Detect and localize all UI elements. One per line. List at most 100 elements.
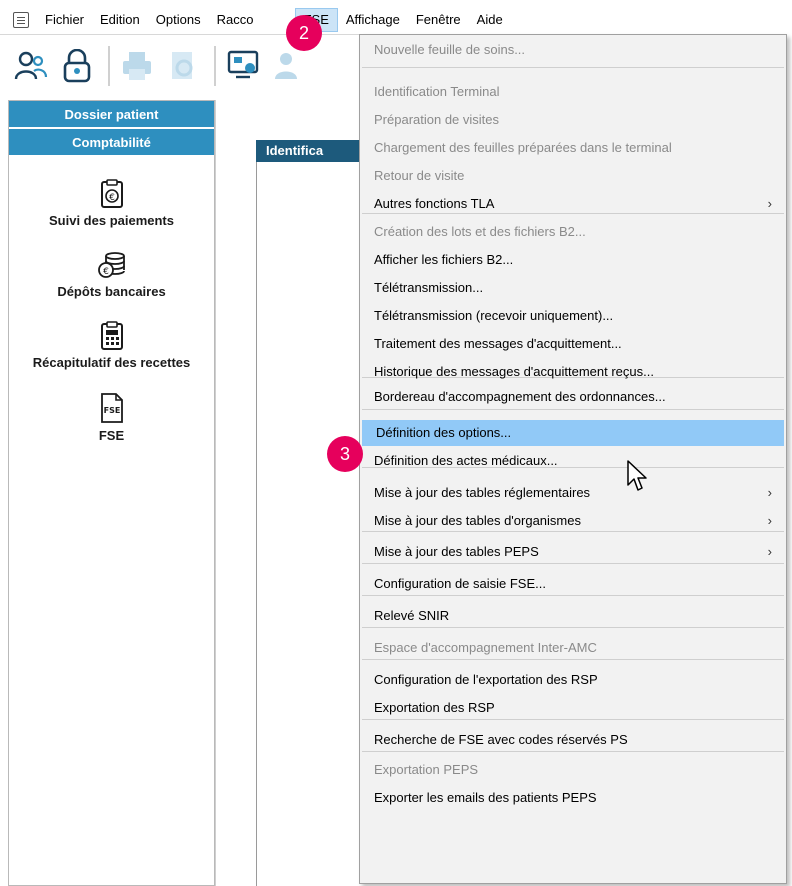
menu-item-historique-acquittement[interactable]: Historique des messages d'acquittement r…	[360, 359, 786, 385]
menu-item-label: Autres fonctions TLA	[374, 196, 495, 211]
coins-icon: €	[97, 252, 125, 278]
step-badge-3: 3	[327, 436, 363, 472]
menu-item-afficher-fichiers-b2[interactable]: Afficher les fichiers B2...	[360, 247, 786, 273]
menu-item-label: Chargement des feuilles préparées dans l…	[374, 140, 672, 155]
menu-item-label: Traitement des messages d'acquittement..…	[374, 336, 622, 351]
menu-item-creation-lots-b2[interactable]: Création des lots et des fichiers B2...	[360, 219, 786, 245]
menu-item-label: Relevé SNIR	[374, 608, 450, 623]
menu-item-nouvelle-feuille[interactable]: Nouvelle feuille de soins...	[360, 37, 786, 63]
app-icon[interactable]	[13, 12, 29, 28]
menu-item-config-export-rsp[interactable]: Configuration de l'exportation des RSP	[360, 667, 786, 693]
menu-item-label: Mise à jour des tables PEPS	[374, 544, 539, 559]
toolbar-separator	[214, 45, 216, 86]
shortcut-depots-bancaires[interactable]: € Dépôts bancaires	[9, 250, 214, 299]
svg-text:FSE: FSE	[103, 406, 120, 415]
submenu-arrow-icon: ›	[767, 513, 772, 528]
menu-separator	[362, 67, 784, 68]
menu-edition[interactable]: Edition	[92, 8, 148, 32]
shortcut-label: FSE	[98, 428, 125, 443]
shortcut-fse[interactable]: FSE FSE	[9, 392, 214, 443]
menu-fichier[interactable]: Fichier	[37, 8, 92, 32]
menu-item-espace-inter-amc[interactable]: Espace d'accompagnement Inter-AMC	[360, 635, 786, 661]
menu-item-exportation-peps[interactable]: Exportation PEPS	[360, 757, 786, 783]
step-badge-2: 2	[286, 15, 322, 51]
sidebar-tab-comptabilite[interactable]: Comptabilité	[9, 129, 214, 157]
menu-item-maj-tables-peps[interactable]: Mise à jour des tables PEPS ›	[360, 539, 786, 565]
shortcut-recapitulatif-recettes[interactable]: Récapitulatif des recettes	[9, 321, 214, 370]
svg-text:€: €	[109, 193, 115, 203]
menu-item-label: Mise à jour des tables d'organismes	[374, 513, 581, 528]
lock-toolbar-button[interactable]	[56, 45, 98, 87]
shortcut-label: Suivi des paiements	[49, 213, 174, 228]
menu-item-label: Afficher les fichiers B2...	[374, 252, 514, 267]
users-icon	[14, 51, 48, 79]
fse-document-icon: FSE	[100, 393, 123, 423]
shortcut-label: Récapitulatif des recettes	[32, 355, 191, 370]
menu-item-traitement-acquittement[interactable]: Traitement des messages d'acquittement..…	[360, 331, 786, 357]
calculator-icon	[100, 321, 123, 350]
menu-item-label: Définition des options...	[376, 425, 512, 440]
printer-icon	[123, 51, 151, 80]
toolbar-separator	[108, 45, 110, 86]
submenu-arrow-icon: ›	[767, 196, 772, 211]
shortcut-label: Dépôts bancaires	[57, 284, 166, 299]
menu-item-bordereau-ordonnances[interactable]: Bordereau d'accompagnement des ordonnanc…	[360, 384, 786, 410]
menu-item-identification-terminal[interactable]: Identification Terminal	[360, 79, 786, 105]
menu-item-autres-fonctions-tla[interactable]: Autres fonctions TLA ›	[360, 191, 786, 217]
menu-item-label: Exportation PEPS	[374, 762, 479, 777]
menu-affichage[interactable]: Affichage	[338, 8, 408, 32]
grid-header: Identifica	[256, 140, 376, 162]
menu-item-label: Espace d'accompagnement Inter-AMC	[374, 640, 597, 655]
menu-options[interactable]: Options	[148, 8, 209, 32]
menu-item-label: Exporter les emails des patients PEPS	[374, 790, 597, 805]
terminal-toolbar-button[interactable]	[222, 45, 264, 87]
menu-item-label: Mise à jour des tables réglementaires	[374, 485, 591, 500]
menu-item-label: Bordereau d'accompagnement des ordonnanc…	[374, 389, 666, 404]
lock-icon	[63, 48, 91, 82]
menu-item-maj-tables-reglementaires[interactable]: Mise à jour des tables réglementaires ›	[360, 480, 786, 506]
print-preview-icon	[172, 51, 193, 79]
grid-frame	[256, 162, 376, 886]
menu-aide[interactable]: Aide	[469, 8, 511, 32]
svg-text:€: €	[103, 267, 109, 277]
menu-item-preparation-visites[interactable]: Préparation de visites	[360, 107, 786, 133]
menu-item-retour-visite[interactable]: Retour de visite	[360, 163, 786, 189]
menu-item-label: Création des lots et des fichiers B2...	[374, 224, 586, 239]
menu-item-definition-options[interactable]: Définition des options...	[362, 420, 784, 446]
menu-item-teletransmission-recevoir[interactable]: Télétransmission (recevoir uniquement)..…	[360, 303, 786, 329]
left-sidebar: Dossier patient Comptabilité € Suivi des…	[8, 100, 215, 886]
menu-item-label: Retour de visite	[374, 168, 465, 183]
menu-item-label: Configuration de saisie FSE...	[374, 576, 546, 591]
menu-item-recherche-fse-codes[interactable]: Recherche de FSE avec codes réservés PS	[360, 727, 786, 753]
menu-item-maj-tables-organismes[interactable]: Mise à jour des tables d'organismes ›	[360, 508, 786, 534]
submenu-arrow-icon: ›	[767, 485, 772, 500]
menu-item-label: Historique des messages d'acquittement r…	[374, 364, 654, 379]
menu-item-label: Recherche de FSE avec codes réservés PS	[374, 732, 628, 747]
menu-item-exporter-emails-peps[interactable]: Exporter les emails des patients PEPS	[360, 785, 786, 811]
sidebar-tab-dossier-patient[interactable]: Dossier patient	[9, 101, 214, 129]
menu-item-teletransmission[interactable]: Télétransmission...	[360, 275, 786, 301]
fse-dropdown-menu: Nouvelle feuille de soins... Identificati…	[359, 34, 787, 884]
submenu-arrow-icon: ›	[767, 544, 772, 559]
menu-item-label: Nouvelle feuille de soins...	[374, 42, 526, 57]
menu-item-chargement-feuilles[interactable]: Chargement des feuilles préparées dans l…	[360, 135, 786, 161]
menu-item-releve-snir[interactable]: Relevé SNIR	[360, 603, 786, 629]
users-toolbar-button[interactable]	[10, 45, 52, 87]
menu-item-label: Configuration de l'exportation des RSP	[374, 672, 598, 687]
shortcut-suivi-paiements[interactable]: € Suivi des paiements	[9, 179, 214, 228]
mouse-cursor-icon	[627, 460, 647, 491]
menu-item-label: Identification Terminal	[374, 84, 500, 99]
menu-item-label: Exportation des RSP	[374, 700, 495, 715]
print-toolbar-button[interactable]	[116, 45, 158, 87]
menu-raccourcis[interactable]: Racco	[209, 8, 295, 32]
payment-tracking-icon: €	[100, 179, 123, 208]
terminal-icon	[227, 50, 259, 78]
menu-item-label: Télétransmission...	[374, 280, 484, 295]
menu-item-label: Préparation de visites	[374, 112, 500, 127]
user-settings-icon	[275, 52, 297, 79]
menu-item-exportation-rsp[interactable]: Exportation des RSP	[360, 695, 786, 721]
menu-item-configuration-saisie-fse[interactable]: Configuration de saisie FSE...	[360, 571, 786, 597]
menu-fenetre[interactable]: Fenêtre	[408, 8, 469, 32]
menu-item-definition-actes[interactable]: Définition des actes médicaux...	[360, 448, 786, 474]
preview-toolbar-button[interactable]	[162, 45, 204, 87]
